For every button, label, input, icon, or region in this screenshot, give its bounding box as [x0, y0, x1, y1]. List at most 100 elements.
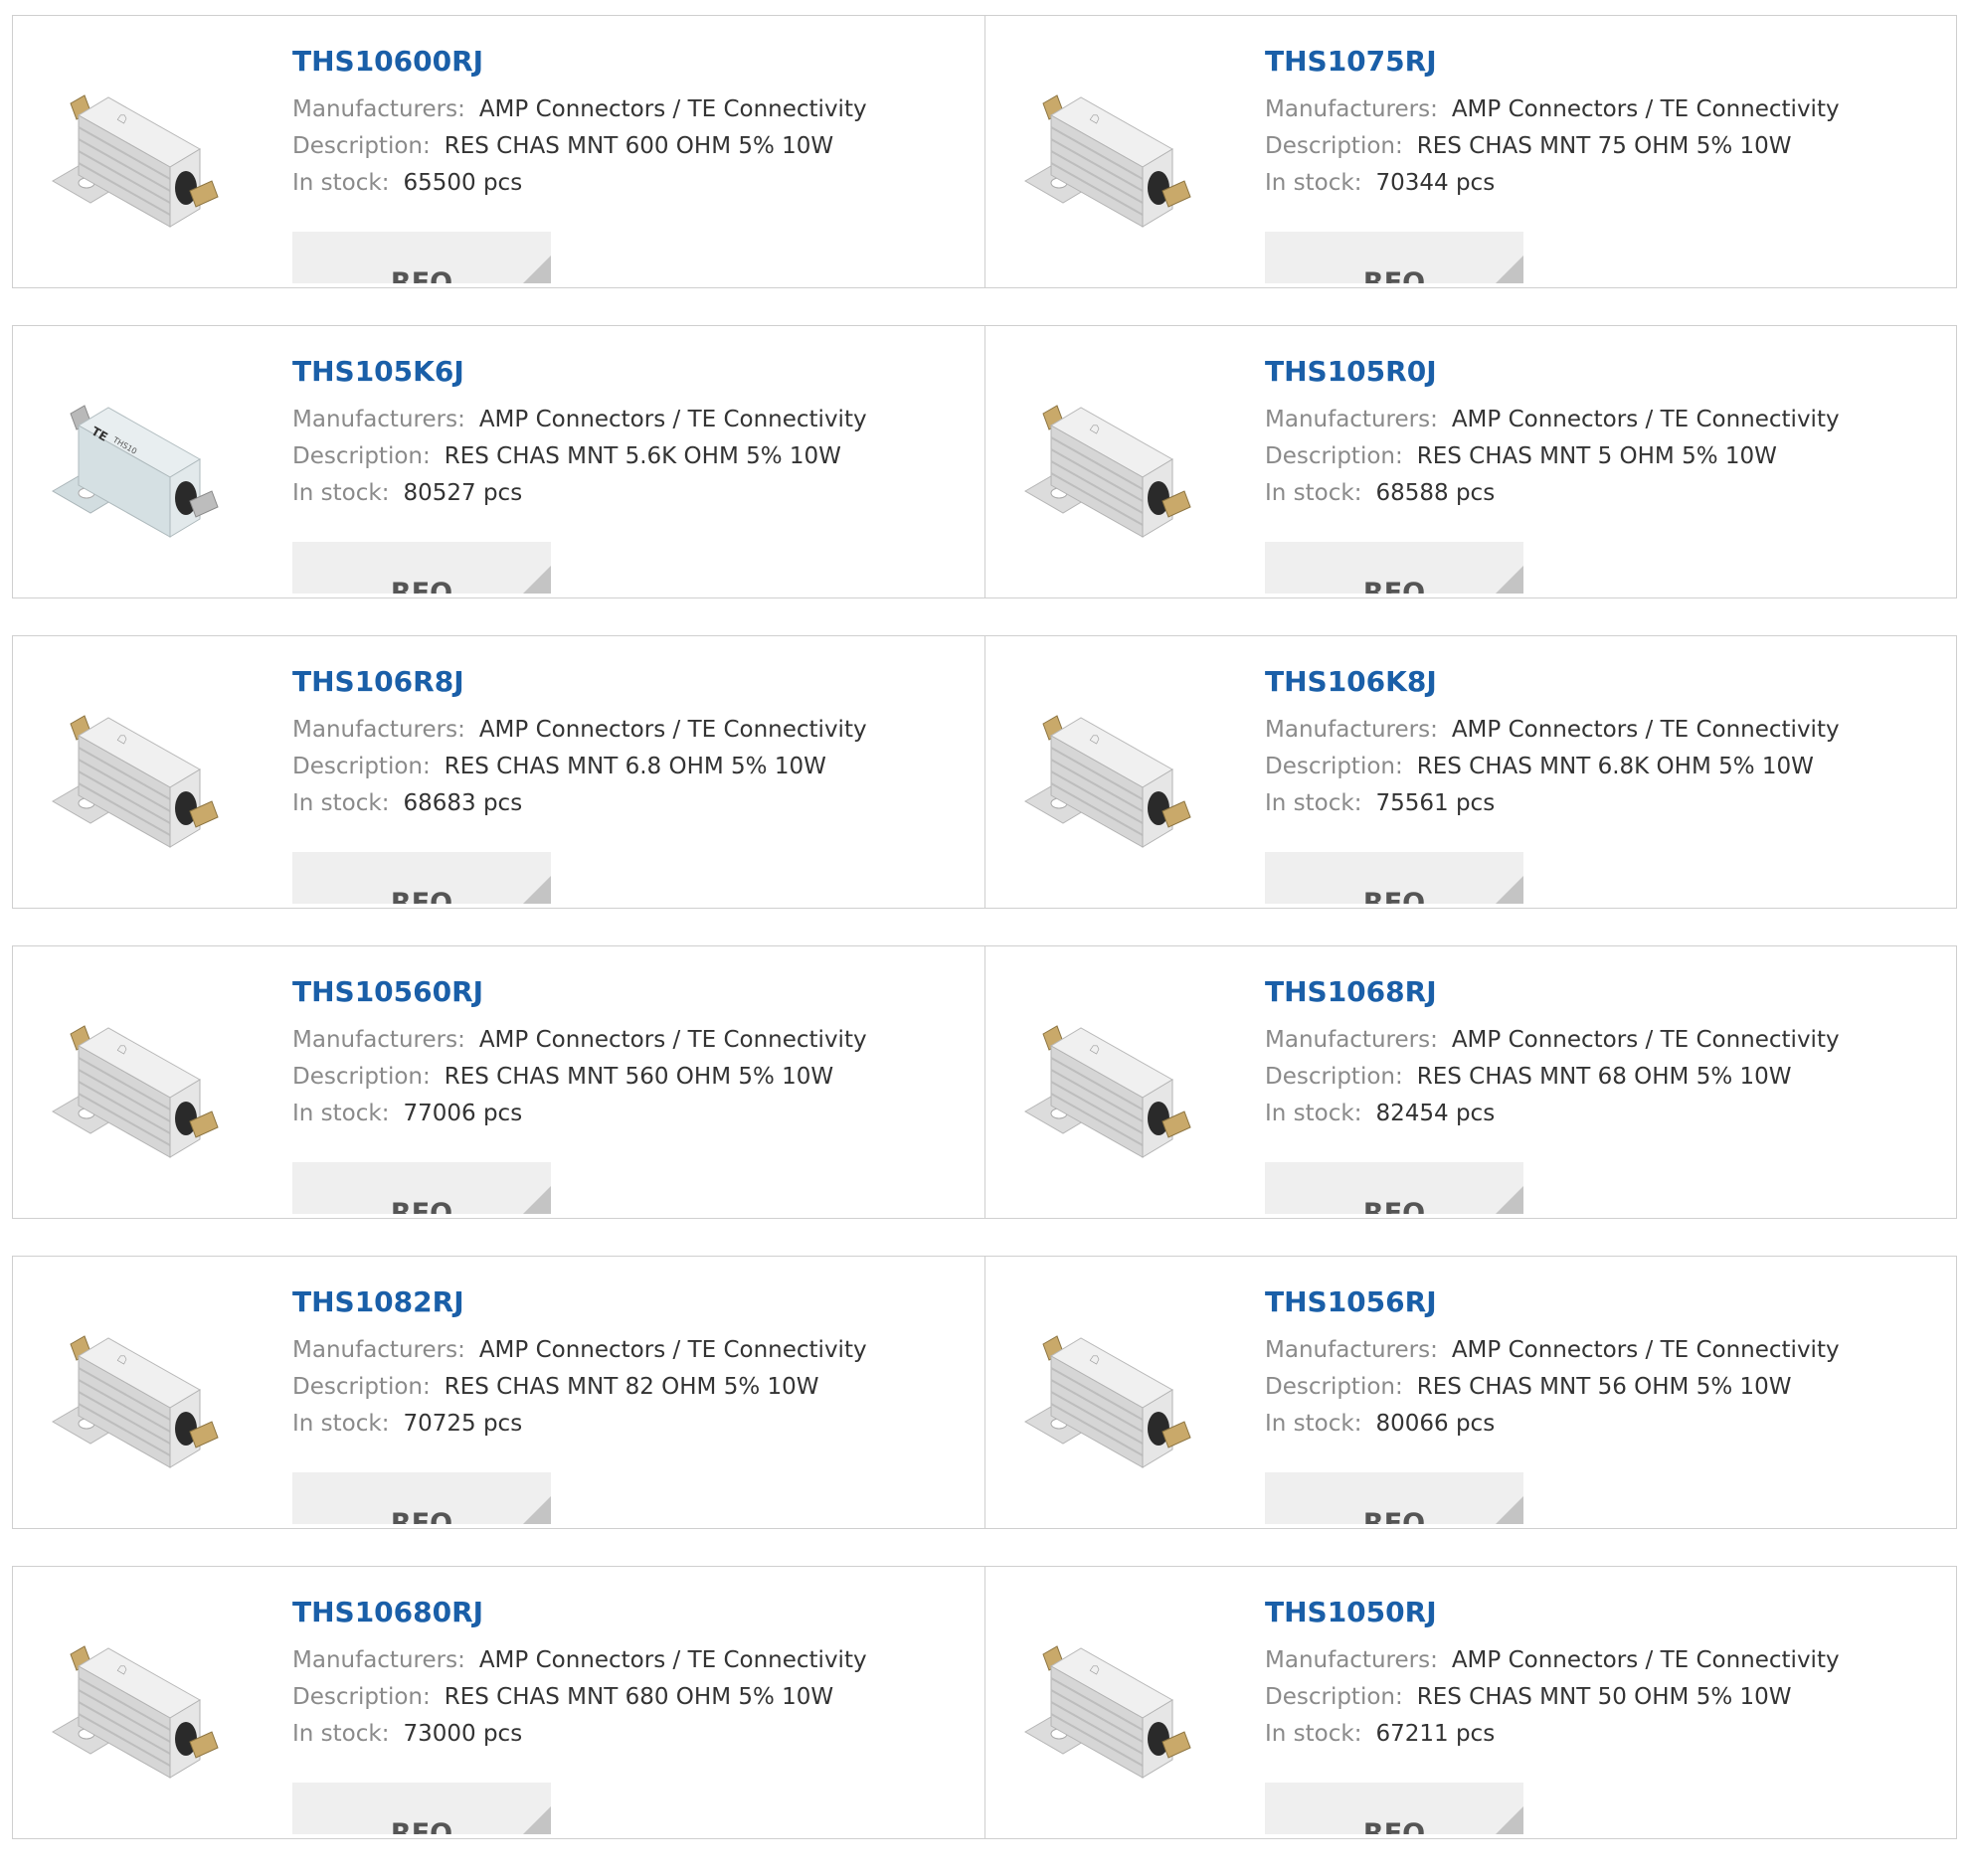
product-row: ☖ THS1082RJ Manufacturers: AMP Connectors… — [12, 1256, 1957, 1529]
product-image[interactable]: ☖ — [51, 684, 260, 853]
manufacturer-label: Manufacturers: — [1265, 717, 1438, 743]
description-line: Description: RES CHAS MNT 680 OHM 5% 10W — [292, 1679, 975, 1716]
stock-value: 67211 pcs — [1375, 1721, 1496, 1747]
rfq-button[interactable]: RFQ — [292, 1162, 551, 1214]
rfq-label: RFQ — [1362, 1198, 1426, 1214]
corner-triangle-icon — [523, 1496, 551, 1524]
part-number-link[interactable]: THS1056RJ — [1265, 1286, 1946, 1318]
description-value: RES CHAS MNT 680 OHM 5% 10W — [444, 1684, 834, 1710]
description-label: Description: — [1265, 443, 1403, 469]
part-number-link[interactable]: THS105R0J — [1265, 356, 1946, 388]
product-card: ☖ THS1082RJ Manufacturers: AMP Connectors… — [13, 1257, 984, 1528]
product-image[interactable]: ☖ — [1023, 64, 1232, 233]
rfq-button[interactable]: RFQ — [292, 852, 551, 904]
stock-value: 77006 pcs — [403, 1101, 523, 1126]
manufacturer-label: Manufacturers: — [1265, 96, 1438, 122]
rfq-button[interactable]: RFQ — [292, 232, 551, 283]
manufacturer-label: Manufacturers: — [1265, 407, 1438, 432]
stock-value: 80066 pcs — [1375, 1411, 1496, 1437]
manufacturer-label: Manufacturers: — [1265, 1337, 1438, 1363]
corner-triangle-icon — [1496, 1496, 1523, 1524]
description-value: RES CHAS MNT 6.8K OHM 5% 10W — [1416, 754, 1814, 779]
product-image[interactable]: ☖ — [1023, 684, 1232, 853]
resistor-heatsink-icon: ☖ — [1024, 1645, 1191, 1779]
part-number-link[interactable]: THS10680RJ — [292, 1597, 975, 1628]
product-info: THS105R0J Manufacturers: AMP Connectors /… — [1265, 356, 1946, 594]
manufacturer-line: Manufacturers: AMP Connectors / TE Connec… — [1265, 1642, 1946, 1679]
part-number-link[interactable]: THS1082RJ — [292, 1286, 975, 1318]
part-number-link[interactable]: THS10600RJ — [292, 46, 975, 78]
part-number-link[interactable]: THS105K6J — [292, 356, 975, 388]
manufacturer-value: AMP Connectors / TE Connectivity — [1451, 1337, 1840, 1363]
description-value: RES CHAS MNT 6.8 OHM 5% 10W — [444, 754, 826, 779]
description-label: Description: — [1265, 133, 1403, 159]
resistor-heatsink-icon: ☖ — [1024, 1025, 1191, 1158]
resistor-heatsink-icon: ☖ — [52, 1645, 219, 1779]
product-info: THS1075RJ Manufacturers: AMP Connectors /… — [1265, 46, 1946, 283]
product-image[interactable]: ☖ — [51, 994, 260, 1163]
rfq-button[interactable]: RFQ — [1265, 542, 1523, 594]
description-line: Description: RES CHAS MNT 5 OHM 5% 10W — [1265, 438, 1946, 475]
stock-value: 75561 pcs — [1375, 790, 1496, 816]
manufacturer-line: Manufacturers: AMP Connectors / TE Connec… — [292, 1642, 975, 1679]
part-number-link[interactable]: THS10560RJ — [292, 976, 975, 1008]
rfq-button[interactable]: RFQ — [1265, 1162, 1523, 1214]
stock-label: In stock: — [1265, 790, 1362, 816]
product-info: THS106R8J Manufacturers: AMP Connectors /… — [292, 666, 975, 904]
part-number-link[interactable]: THS1068RJ — [1265, 976, 1946, 1008]
product-card: TE THS10 THS105K6J Manufacturers: AMP Con… — [13, 326, 984, 597]
product-card: ☖ THS1075RJ Manufacturers: AMP Connectors… — [984, 16, 1956, 287]
rfq-button[interactable]: RFQ — [1265, 852, 1523, 904]
stock-label: In stock: — [292, 1721, 390, 1747]
part-number-link[interactable]: THS1075RJ — [1265, 46, 1946, 78]
resistor-heatsink-icon: ☖ — [52, 94, 219, 228]
manufacturer-value: AMP Connectors / TE Connectivity — [1451, 717, 1840, 743]
description-label: Description: — [292, 1684, 431, 1710]
stock-line: In stock: 80527 pcs — [292, 475, 975, 512]
rfq-button[interactable]: RFQ — [292, 1783, 551, 1834]
stock-label: In stock: — [292, 170, 390, 196]
rfq-label: RFQ — [1362, 267, 1426, 283]
description-line: Description: RES CHAS MNT 75 OHM 5% 10W — [1265, 128, 1946, 165]
product-info: THS105K6J Manufacturers: AMP Connectors /… — [292, 356, 975, 594]
rfq-button[interactable]: RFQ — [1265, 1472, 1523, 1524]
rfq-button[interactable]: RFQ — [1265, 1783, 1523, 1834]
rfq-button[interactable]: RFQ — [292, 1472, 551, 1524]
product-image[interactable]: ☖ — [1023, 994, 1232, 1163]
part-number-link[interactable]: THS106R8J — [292, 666, 975, 698]
manufacturer-line: Manufacturers: AMP Connectors / TE Connec… — [292, 1332, 975, 1369]
stock-value: 70725 pcs — [403, 1411, 523, 1437]
manufacturer-label: Manufacturers: — [292, 1647, 465, 1673]
rfq-button[interactable]: RFQ — [292, 542, 551, 594]
product-image[interactable]: ☖ — [1023, 1304, 1232, 1473]
manufacturer-value: AMP Connectors / TE Connectivity — [478, 717, 867, 743]
product-row: ☖ THS10560RJ Manufacturers: AMP Connector… — [12, 945, 1957, 1219]
resistor-heatsink-icon: ☖ — [52, 1025, 219, 1158]
product-image[interactable]: TE THS10 — [51, 374, 260, 543]
corner-triangle-icon — [1496, 1186, 1523, 1214]
manufacturer-line: Manufacturers: AMP Connectors / TE Connec… — [292, 402, 975, 438]
rfq-label: RFQ — [1362, 888, 1426, 904]
rfq-label: RFQ — [1362, 1818, 1426, 1834]
product-image[interactable]: ☖ — [1023, 374, 1232, 543]
stock-line: In stock: 80066 pcs — [1265, 1406, 1946, 1443]
stock-label: In stock: — [1265, 1411, 1362, 1437]
rfq-label: RFQ — [390, 1818, 453, 1834]
description-line: Description: RES CHAS MNT 560 OHM 5% 10W — [292, 1059, 975, 1096]
stock-line: In stock: 73000 pcs — [292, 1716, 975, 1753]
product-image[interactable]: ☖ — [51, 1304, 260, 1473]
stock-line: In stock: 68588 pcs — [1265, 475, 1946, 512]
part-number-link[interactable]: THS106K8J — [1265, 666, 1946, 698]
product-image[interactable]: ☖ — [51, 1615, 260, 1784]
product-info: THS10680RJ Manufacturers: AMP Connectors … — [292, 1597, 975, 1834]
manufacturer-value: AMP Connectors / TE Connectivity — [478, 1647, 867, 1673]
rfq-button[interactable]: RFQ — [1265, 232, 1523, 283]
product-row: ☖ THS106R8J Manufacturers: AMP Connectors… — [12, 635, 1957, 909]
product-image[interactable]: ☖ — [51, 64, 260, 233]
part-number-link[interactable]: THS1050RJ — [1265, 1597, 1946, 1628]
stock-label: In stock: — [292, 480, 390, 506]
product-image[interactable]: ☖ — [1023, 1615, 1232, 1784]
product-card: ☖ THS106K8J Manufacturers: AMP Connectors… — [984, 636, 1956, 908]
description-value: RES CHAS MNT 50 OHM 5% 10W — [1416, 1684, 1792, 1710]
manufacturer-value: AMP Connectors / TE Connectivity — [1451, 96, 1840, 122]
